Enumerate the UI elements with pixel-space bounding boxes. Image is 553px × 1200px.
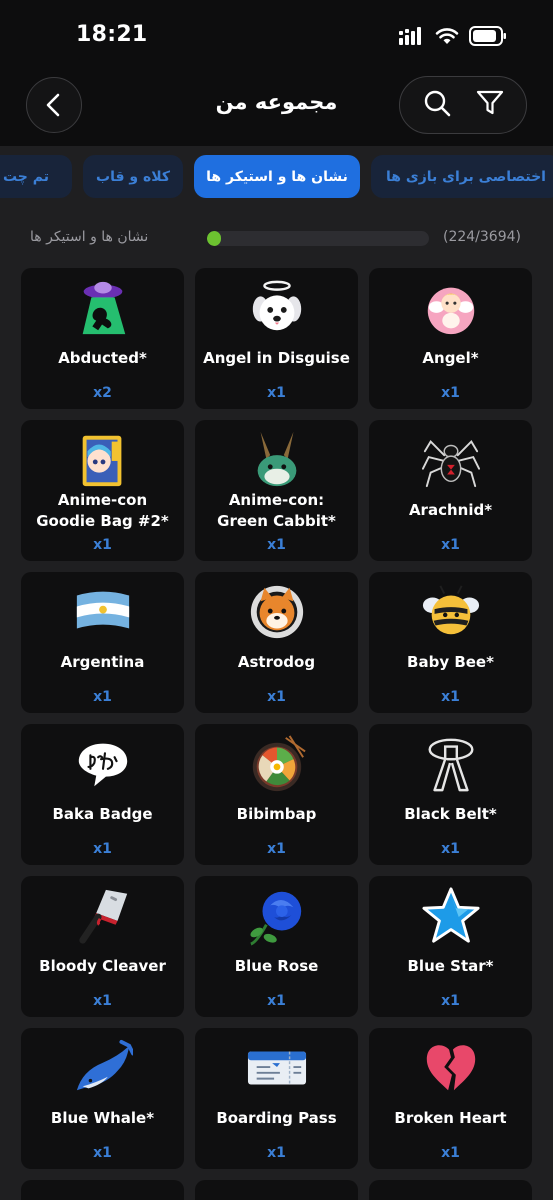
black-belt-icon <box>421 734 481 794</box>
item-name: Anime-con Goodie Bag #2* <box>36 491 169 530</box>
item-card[interactable]: Angel in Disguise x1 <box>195 268 358 409</box>
item-card[interactable]: Black Belt* x1 <box>369 724 532 865</box>
item-name: Baby Bee* <box>407 653 494 671</box>
item-card[interactable]: Blue Whale* x1 <box>21 1028 184 1169</box>
blue-star-icon <box>421 886 481 946</box>
status-bar: 18:21 <box>0 0 553 72</box>
collection-progress: نشان ها و استیکر ها (224/3694) <box>0 223 553 255</box>
search-button[interactable] <box>423 89 451 121</box>
battery-icon <box>469 26 506 46</box>
item-card[interactable]: Angel* x1 <box>369 268 532 409</box>
filter-button[interactable] <box>476 90 504 120</box>
item-name: Angel in Disguise <box>203 349 350 367</box>
argentina-flag-icon <box>73 582 133 642</box>
item-name: Abducted* <box>58 349 147 367</box>
ufo-icon <box>73 278 133 338</box>
cleaver-icon <box>73 886 133 946</box>
status-time: 18:21 <box>76 22 148 47</box>
item-count: x1 <box>93 689 112 705</box>
wifi-icon <box>435 28 459 44</box>
item-name: Bibimbap <box>236 805 317 823</box>
item-count: x1 <box>93 841 112 857</box>
item-card[interactable]: Bibimbap x1 <box>195 724 358 865</box>
item-name: Blue Rose <box>234 957 319 975</box>
item-card[interactable]: Bloody Cleaver x1 <box>21 876 184 1017</box>
signal-icon <box>399 27 421 45</box>
item-card[interactable]: Abducted* x2 <box>21 268 184 409</box>
item-name: Boarding Pass <box>216 1109 337 1127</box>
goodie-bag-icon <box>73 430 133 490</box>
cherub-icon <box>421 278 481 338</box>
item-count: x1 <box>441 993 460 1009</box>
spider-icon <box>421 430 481 490</box>
item-count: x1 <box>267 841 286 857</box>
progress-label: نشان ها و استیکر ها <box>30 229 149 245</box>
item-count: x1 <box>93 993 112 1009</box>
item-card[interactable]: Boarding Pass x1 <box>195 1028 358 1169</box>
header-actions <box>399 76 527 134</box>
item-name: Astrodog <box>237 653 316 671</box>
item-card-partial[interactable] <box>195 1180 358 1200</box>
progress-count: (224/3694) <box>443 229 521 245</box>
boarding-pass-icon <box>247 1038 307 1098</box>
item-card-partial[interactable] <box>369 1180 532 1200</box>
item-name: Arachnid* <box>408 501 493 519</box>
tab-badges-stickers[interactable]: نشان ها و استیکر ها <box>194 155 360 198</box>
item-count: x1 <box>93 1145 112 1161</box>
item-card-partial[interactable] <box>21 1180 184 1200</box>
category-tabs: اختصاصی برای بازی ها نشان ها و استیکر ها… <box>0 155 553 199</box>
item-card[interactable]: Broken Heart x1 <box>369 1028 532 1169</box>
item-name: Anime-con: Green Cabbit* <box>217 491 336 530</box>
item-name: Blue Whale* <box>50 1109 155 1127</box>
item-count: x1 <box>267 385 286 401</box>
item-count: x2 <box>93 385 112 401</box>
item-count: x1 <box>441 1145 460 1161</box>
item-name: Black Belt* <box>404 805 497 823</box>
blue-whale-icon <box>73 1038 133 1098</box>
status-icons <box>399 26 507 46</box>
item-count: x1 <box>267 993 286 1009</box>
angel-dog-icon <box>247 278 307 338</box>
item-grid: Abducted* x2 Angel in Disguise x1 Angel*… <box>21 268 533 1200</box>
item-count: x1 <box>441 537 460 553</box>
item-count: x1 <box>441 385 460 401</box>
blue-rose-icon <box>247 886 307 946</box>
item-card[interactable]: Baby Bee* x1 <box>369 572 532 713</box>
filter-icon <box>476 90 503 115</box>
tab-game-exclusive[interactable]: اختصاصی برای بازی ها <box>371 155 553 198</box>
bibimbap-bowl-icon <box>247 734 307 794</box>
tab-chat-theme[interactable]: تم چت <box>0 155 72 198</box>
item-count: x1 <box>441 841 460 857</box>
progress-bar <box>207 231 429 246</box>
bee-icon <box>421 582 481 642</box>
header: مجموعه من <box>0 72 553 146</box>
item-name: Angel* <box>422 349 479 367</box>
item-name: Bloody Cleaver <box>39 957 166 975</box>
item-count: x1 <box>267 689 286 705</box>
baka-speech-bubble-icon <box>73 734 133 794</box>
item-card[interactable]: Baka Badge x1 <box>21 724 184 865</box>
broken-heart-icon <box>421 1038 481 1098</box>
item-count: x1 <box>267 537 286 553</box>
item-name: Broken Heart <box>394 1109 507 1127</box>
item-card[interactable]: Anime-con: Green Cabbit* x1 <box>195 420 358 561</box>
item-name: Blue Star* <box>407 957 494 975</box>
item-card[interactable]: Astrodog x1 <box>195 572 358 713</box>
item-card[interactable]: Blue Rose x1 <box>195 876 358 1017</box>
item-count: x1 <box>441 689 460 705</box>
item-card[interactable]: Arachnid* x1 <box>369 420 532 561</box>
item-card[interactable]: Blue Star* x1 <box>369 876 532 1017</box>
tab-hats-frames[interactable]: کلاه و قاب <box>83 155 183 198</box>
item-card[interactable]: Argentina x1 <box>21 572 184 713</box>
astrodog-icon <box>247 582 307 642</box>
item-name: Baka Badge <box>52 805 153 823</box>
item-count: x1 <box>93 537 112 553</box>
green-cabbit-icon <box>247 430 307 490</box>
item-name: Argentina <box>60 653 145 671</box>
search-icon <box>424 90 450 117</box>
item-count: x1 <box>267 1145 286 1161</box>
item-card[interactable]: Anime-con Goodie Bag #2* x1 <box>21 420 184 561</box>
progress-bar-fill <box>207 231 221 246</box>
